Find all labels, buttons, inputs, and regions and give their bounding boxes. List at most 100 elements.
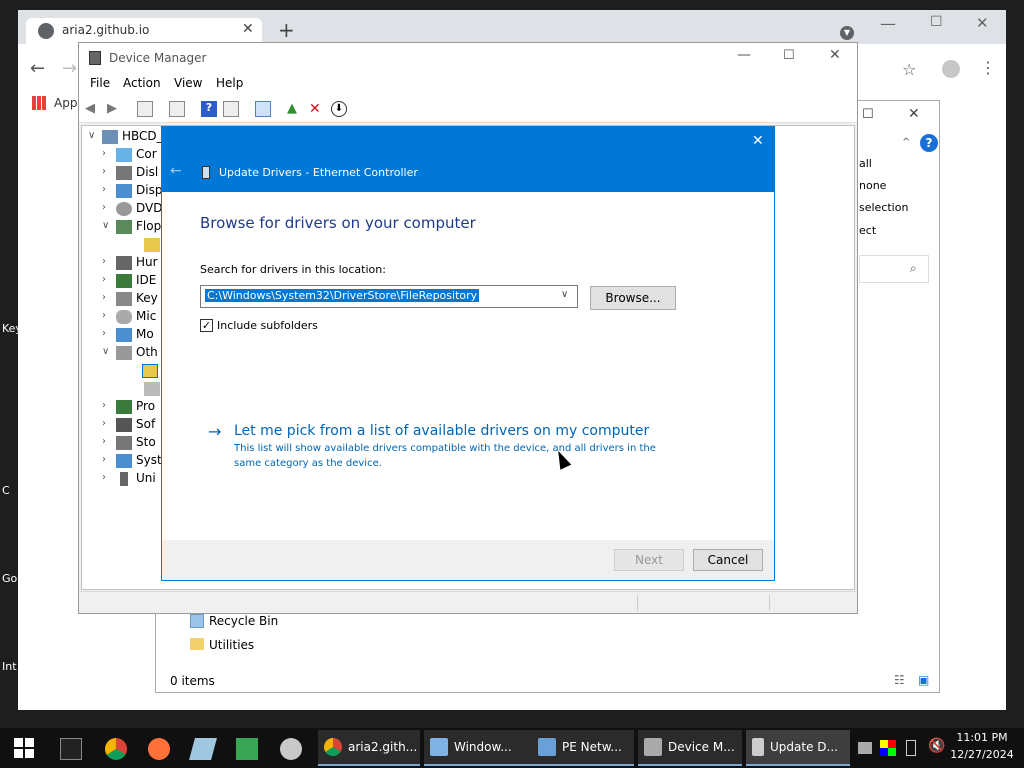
- task-pe-network[interactable]: PE Netw...: [532, 730, 634, 766]
- task-device-manager[interactable]: Device M...: [638, 730, 742, 766]
- new-tab-icon[interactable]: +: [278, 18, 295, 42]
- tree-root[interactable]: ∨ HBCD_: [82, 128, 163, 146]
- disk-icon: [116, 166, 132, 180]
- tree-item[interactable]: [124, 236, 160, 254]
- chrome-icon: [324, 738, 342, 756]
- dialog-back-icon[interactable]: ←: [170, 163, 182, 179]
- large-icons-view-icon[interactable]: ▣: [918, 673, 929, 687]
- explorer-search-box[interactable]: ⌕: [859, 255, 929, 283]
- expand-icon[interactable]: ›: [102, 454, 106, 465]
- tb-forward-icon[interactable]: ▶: [107, 101, 123, 117]
- menu-dots-icon[interactable]: ⋮: [980, 58, 996, 77]
- expand-icon[interactable]: ›: [102, 148, 106, 159]
- pick-from-list-link[interactable]: Let me pick from a list of available dri…: [234, 423, 649, 439]
- clock-time[interactable]: 11:01 PM: [954, 731, 1010, 744]
- tb-view-icon[interactable]: [223, 101, 239, 117]
- invert-selection[interactable]: selection: [859, 201, 908, 214]
- details-view-icon[interactable]: ☷: [894, 673, 905, 687]
- file-recycle-bin[interactable]: Recycle Bin: [209, 614, 278, 628]
- tb-update-driver-icon[interactable]: ▲: [287, 101, 303, 117]
- tray-network-icon[interactable]: [858, 742, 872, 754]
- maximize-icon[interactable]: ☐: [930, 14, 943, 30]
- tray-volume-muted-icon[interactable]: 🔇: [928, 738, 945, 754]
- expand-icon[interactable]: ›: [102, 400, 106, 411]
- expand-icon[interactable]: ›: [102, 166, 106, 177]
- cmd-icon[interactable]: [60, 738, 82, 760]
- tool-icon[interactable]: [280, 738, 302, 760]
- window-icon: [430, 738, 448, 756]
- start-windows-icon[interactable]: [14, 738, 34, 758]
- close-tab-icon[interactable]: ✕: [242, 21, 254, 37]
- minimize-icon[interactable]: —: [880, 14, 896, 33]
- menu-help[interactable]: Help: [216, 76, 243, 90]
- select-all[interactable]: all: [859, 157, 872, 170]
- chrome-tab[interactable]: aria2.github.io ✕: [26, 18, 262, 44]
- devmgr-close-icon[interactable]: ✕: [829, 47, 841, 63]
- tb-back-icon[interactable]: ◀: [85, 101, 101, 117]
- back-arrow-icon[interactable]: ←: [30, 58, 45, 79]
- tb-uninstall-icon[interactable]: ✕: [309, 101, 325, 117]
- file-utilities[interactable]: Utilities: [209, 638, 254, 652]
- close-window-icon[interactable]: ✕: [976, 14, 989, 32]
- tab-search-icon[interactable]: ▼: [840, 26, 854, 40]
- menu-action[interactable]: Action: [123, 76, 161, 90]
- apps-grid-icon[interactable]: [32, 96, 46, 110]
- next-button[interactable]: Next: [614, 549, 684, 571]
- expand-icon[interactable]: ›: [102, 274, 106, 285]
- cancel-button[interactable]: Cancel: [693, 549, 763, 571]
- globe-icon: [38, 23, 54, 39]
- explorer-maximize-icon[interactable]: ☐: [862, 107, 874, 122]
- tb-properties-icon[interactable]: [169, 101, 185, 117]
- path-input[interactable]: C:\Windows\System32\DriverStore\FileRepo…: [205, 289, 480, 302]
- chrome-tab-bar: aria2.github.io ✕ + ▼ — ☐ ✕: [18, 10, 1006, 44]
- tb-monitor-icon[interactable]: [255, 101, 271, 117]
- editor-icon[interactable]: [236, 738, 258, 760]
- menu-file[interactable]: File: [90, 76, 110, 90]
- other-devices-icon: [116, 346, 132, 360]
- tb-show-hide-icon[interactable]: [137, 101, 153, 117]
- devmgr-maximize-icon[interactable]: ☐: [783, 48, 795, 63]
- firefox-icon[interactable]: [148, 738, 170, 760]
- expand-icon[interactable]: ›: [102, 436, 106, 447]
- tree-item-label: Mo: [136, 327, 154, 341]
- expand-icon[interactable]: ›: [102, 256, 106, 267]
- forward-arrow-icon[interactable]: →: [62, 58, 77, 79]
- task-update-drivers[interactable]: Update D...: [746, 730, 850, 766]
- expand-icon[interactable]: ›: [102, 418, 106, 429]
- task-windows[interactable]: Window...: [424, 730, 532, 766]
- collapse-icon[interactable]: ∨: [102, 346, 109, 357]
- tb-help-icon[interactable]: ?: [201, 101, 217, 117]
- expand-icon[interactable]: ›: [102, 292, 106, 303]
- chrome-icon[interactable]: [105, 738, 127, 760]
- profile-icon[interactable]: [942, 60, 960, 78]
- tree-item-selected[interactable]: [124, 362, 158, 380]
- path-combobox[interactable]: C:\Windows\System32\DriverStore\FileRepo…: [200, 285, 578, 308]
- expand-icon[interactable]: ›: [102, 202, 106, 213]
- devmgr-minimize-icon[interactable]: —: [737, 47, 751, 63]
- menu-view[interactable]: View: [174, 76, 202, 90]
- select-none[interactable]: none: [859, 179, 886, 192]
- expand-icon[interactable]: ›: [102, 328, 106, 339]
- help-icon[interactable]: ?: [920, 134, 938, 152]
- notepad-icon[interactable]: [189, 738, 217, 760]
- collapse-icon[interactable]: ∨: [88, 130, 95, 141]
- dialog-close-icon[interactable]: ✕: [752, 133, 764, 149]
- task-aria2[interactable]: aria2.gith...: [318, 730, 420, 766]
- include-subfolders-checkbox[interactable]: ✓: [200, 319, 213, 332]
- dialog-footer: Next Cancel: [162, 540, 774, 580]
- tray-color-icon[interactable]: [880, 740, 896, 756]
- explorer-close-icon[interactable]: ✕: [908, 106, 920, 122]
- collapse-ribbon-icon[interactable]: ^: [902, 137, 910, 148]
- tb-download-icon[interactable]: ⬇: [331, 101, 347, 117]
- expand-icon[interactable]: ›: [102, 310, 106, 321]
- network-icon: [538, 738, 556, 756]
- expand-icon[interactable]: ›: [102, 184, 106, 195]
- bookmark-star-icon[interactable]: ☆: [902, 60, 916, 79]
- clock-date[interactable]: 12/27/2024: [948, 748, 1016, 761]
- tree-item[interactable]: [124, 380, 160, 398]
- expand-icon[interactable]: ›: [102, 472, 106, 483]
- tray-usb-icon[interactable]: [906, 740, 916, 756]
- browse-button[interactable]: Browse...: [590, 286, 676, 310]
- collapse-icon[interactable]: ∨: [102, 220, 109, 231]
- chevron-down-icon[interactable]: ∨: [561, 289, 568, 300]
